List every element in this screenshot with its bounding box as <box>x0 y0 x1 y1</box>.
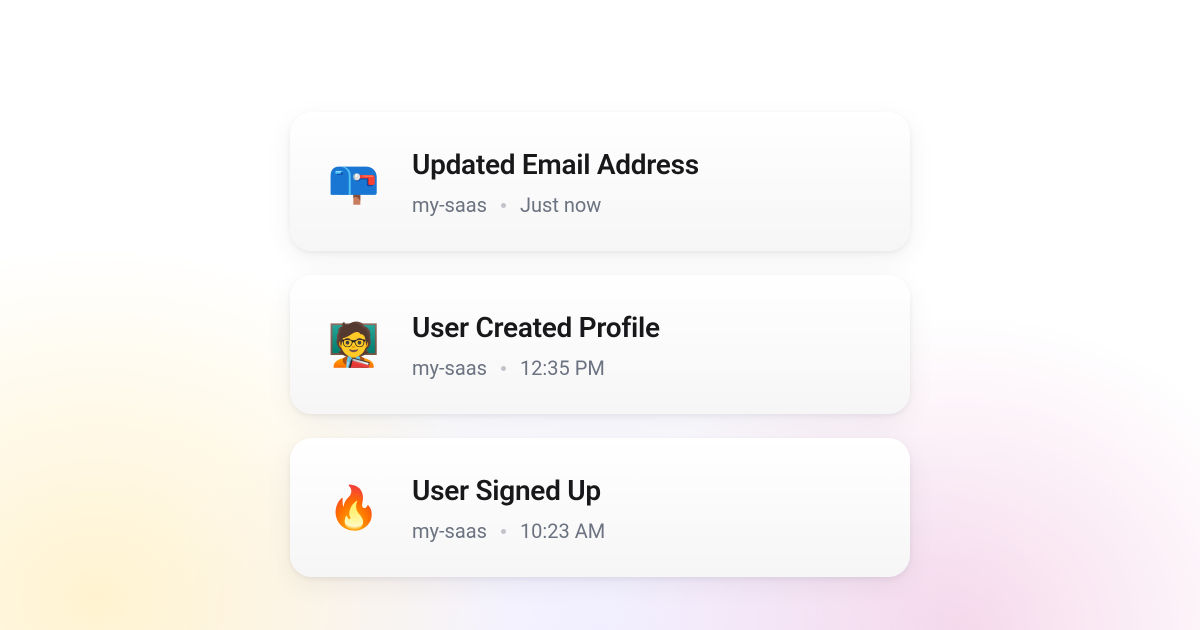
event-list: 📪 Updated Email Address my-saas Just now… <box>290 112 910 577</box>
event-source: my-saas <box>412 356 487 380</box>
event-content: Updated Email Address my-saas Just now <box>412 148 699 217</box>
event-source: my-saas <box>412 193 487 217</box>
event-card[interactable]: 📪 Updated Email Address my-saas Just now <box>290 112 910 251</box>
event-card[interactable]: 🔥 User Signed Up my-saas 10:23 AM <box>290 438 910 577</box>
event-time: 12:35 PM <box>520 356 605 380</box>
event-time: Just now <box>520 193 601 217</box>
event-content: User Created Profile my-saas 12:35 PM <box>412 311 660 380</box>
event-meta: my-saas 12:35 PM <box>412 356 660 380</box>
event-meta: my-saas 10:23 AM <box>412 519 605 543</box>
teacher-icon: 🧑‍🏫 <box>330 325 378 367</box>
event-content: User Signed Up my-saas 10:23 AM <box>412 474 605 543</box>
event-title: User Created Profile <box>412 311 660 344</box>
mailbox-icon: 📪 <box>330 162 378 204</box>
event-source: my-saas <box>412 519 487 543</box>
separator-dot <box>501 529 506 534</box>
fire-icon: 🔥 <box>330 488 378 530</box>
event-title: User Signed Up <box>412 474 605 507</box>
event-time: 10:23 AM <box>520 519 605 543</box>
event-card[interactable]: 🧑‍🏫 User Created Profile my-saas 12:35 P… <box>290 275 910 414</box>
event-meta: my-saas Just now <box>412 193 699 217</box>
separator-dot <box>501 366 506 371</box>
event-title: Updated Email Address <box>412 148 699 181</box>
separator-dot <box>501 203 506 208</box>
